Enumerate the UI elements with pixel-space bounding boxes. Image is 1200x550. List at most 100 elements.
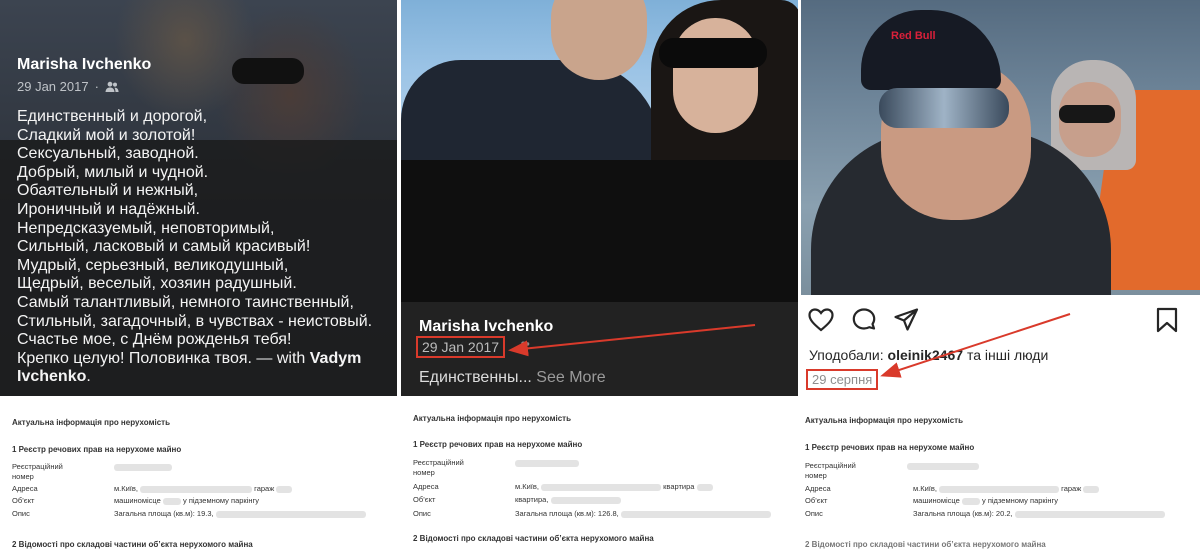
likes-prefix: Уподобали: — [809, 347, 884, 363]
photo-shape-sunglasses-woman — [1059, 105, 1115, 123]
doc-label: Опис — [12, 509, 30, 518]
doc-value: гараж — [254, 484, 275, 493]
doc-label: Реєстраційний номер — [413, 458, 464, 477]
doc-section-heading: 1 Реєстр речових прав на нерухоме майно — [805, 443, 975, 452]
doc-value: квартира, — [515, 495, 549, 504]
doc-value: у підземному паркінгу — [183, 496, 259, 505]
photo-shape-sunglasses-man — [879, 88, 1009, 128]
post-author-name[interactable]: Marisha Ivchenko — [419, 318, 553, 336]
doc-section-heading-2: 2 Відомості про складові частини об’єкта… — [12, 540, 253, 549]
caption-snippet-text: Единственны... — [419, 369, 532, 386]
redacted-value — [961, 497, 980, 505]
poem-line: Сильный, ласковый и самый красивый! — [17, 238, 311, 256]
redacted-value — [215, 510, 366, 518]
doc-value: у підземному паркінгу — [982, 496, 1058, 505]
poem-line: Сладкий мой и золотой! — [17, 126, 196, 144]
redacted-value — [515, 459, 579, 467]
photo-letterbox — [401, 160, 798, 302]
tagged-user-link-surname[interactable]: Ivchenko — [17, 368, 86, 385]
poem-line: Щедрый, веселый, хозяин радушный. — [17, 275, 297, 293]
photo-shape-sunglasses — [659, 38, 767, 68]
post-date-highlighted[interactable]: 29 Jan 2017 — [416, 336, 506, 358]
see-more-link[interactable]: See More — [536, 369, 605, 386]
photo-shape-face-woman — [673, 18, 758, 133]
post-photo[interactable]: Red Bull — [801, 0, 1200, 295]
post-photo[interactable] — [401, 0, 798, 160]
poem-line: Непредсказуемый, неповторимый, — [17, 219, 275, 237]
redacted-value — [162, 497, 181, 505]
doc-label: Опис — [413, 509, 431, 518]
poem-line: Сексуальный, заводной. — [17, 145, 199, 163]
caption-snippet: Единственны... See More — [419, 369, 606, 387]
tagged-user-link[interactable]: Vadym — [310, 350, 362, 367]
poem-line: Стильный, загадочный, в чувствах - неист… — [17, 312, 373, 330]
redacted-value — [276, 485, 293, 493]
property-register-document-2: Актуальна інформація про нерухомість 1 Р… — [401, 398, 798, 550]
likes-line: Уподобали: oleinik2467 та інші люди — [809, 347, 1048, 363]
poem-line: Обаятельный и нежный, — [17, 182, 199, 200]
doc-value: м.Київ, — [114, 484, 138, 493]
doc-title: Актуальна інформація про нерухомість — [805, 416, 963, 425]
bookmark-icon[interactable] — [1153, 306, 1181, 334]
doc-section-heading: 1 Реєстр речових прав на нерухоме майно — [413, 440, 583, 449]
doc-title: Актуальна інформація про нерухомість — [413, 414, 571, 423]
doc-section-heading-2: 2 Відомості про складові частини об’єкта… — [805, 540, 1046, 549]
property-register-document-1: Актуальна інформація про нерухомість 1 Р… — [0, 398, 397, 550]
poem-line: Добрый, милый и чудной. — [17, 163, 209, 181]
poem-line: Мудрый, серьезный, великодушный, — [17, 256, 289, 274]
doc-label: Адреса — [413, 482, 439, 491]
doc-value: Загальна площа (кв.м): 20.2, — [913, 509, 1013, 518]
doc-value: гараж — [1061, 484, 1082, 493]
closing-text: Крепко целую! Половинка твоя. — with — [17, 349, 310, 367]
friends-audience-icon[interactable] — [105, 81, 119, 93]
redacted-value — [620, 510, 771, 518]
doc-label: Об’єкт — [805, 496, 828, 505]
property-register-document-3: Актуальна інформація про нерухомість 1 Р… — [801, 398, 1200, 550]
redacted-value — [1014, 510, 1165, 518]
doc-value: м.Київ, — [913, 484, 937, 493]
redacted-value — [939, 485, 1060, 493]
poem-line: Счастье мое, с Днём рожденья тебя! — [17, 331, 292, 349]
cap-logo-text: Red Bull — [891, 30, 936, 42]
doc-section-heading-2: 2 Відомості про складові частини об’єкта… — [413, 534, 654, 543]
redacted-value — [907, 462, 979, 470]
friends-audience-icon[interactable] — [519, 340, 531, 352]
doc-label: Реєстраційний номер — [12, 462, 63, 481]
doc-value: машиномісце — [913, 496, 960, 505]
doc-label: Об’єкт — [413, 495, 436, 504]
post-author-name[interactable]: Marisha Ivchenko — [17, 56, 392, 74]
doc-label: Реєстраційний номер — [805, 461, 856, 480]
photo-shape-cap — [861, 10, 1001, 90]
doc-value: квартира — [663, 482, 695, 491]
redacted-value — [696, 483, 713, 491]
facebook-photo-view: Marisha Ivchenko 29 Jan 2017 Единственны… — [401, 0, 798, 396]
heart-icon[interactable] — [807, 306, 835, 334]
poem-line: Ироничный и надёжный. — [17, 200, 200, 218]
post-poem-text: Единственный и дорогой, Сладкий мой и зол… — [17, 108, 392, 350]
comment-icon[interactable] — [850, 306, 878, 334]
closing-period: . — [86, 368, 91, 386]
photo-shape-jacket — [401, 60, 661, 160]
doc-value: машиномісце — [114, 496, 161, 505]
poem-line: Единственный и дорогой, — [17, 108, 208, 125]
redacted-value — [140, 485, 253, 493]
doc-value: м.Київ, — [515, 482, 539, 491]
liker-username-link[interactable]: oleinik2467 — [888, 347, 964, 363]
post-action-bar — [801, 306, 1200, 338]
doc-value: Загальна площа (кв.м): 19.3, — [114, 509, 214, 518]
instagram-post: Red Bull Уподобали: oleinik2467 та інші … — [801, 0, 1200, 396]
post-date[interactable]: 29 Jan 2017 — [17, 79, 89, 94]
doc-label: Адреса — [805, 484, 831, 493]
doc-label: Об’єкт — [12, 496, 35, 505]
facebook-post-full: Marisha Ivchenko 29 Jan 2017 · Единствен… — [0, 0, 397, 396]
share-icon[interactable] — [892, 306, 920, 334]
post-date-highlighted[interactable]: 29 серпня — [806, 369, 879, 390]
redacted-value — [550, 496, 621, 504]
doc-title: Актуальна інформація про нерухомість — [12, 418, 170, 427]
post-closing-line: Крепко целую! Половинка твоя. — with Vad… — [17, 350, 392, 387]
doc-section-heading: 1 Реєстр речових прав на нерухоме майно — [12, 445, 182, 454]
redacted-value — [541, 483, 662, 491]
likes-others-link[interactable]: та інші люди — [967, 347, 1048, 363]
doc-value: Загальна площа (кв.м): 126.8, — [515, 509, 619, 518]
doc-label: Адреса — [12, 484, 38, 493]
